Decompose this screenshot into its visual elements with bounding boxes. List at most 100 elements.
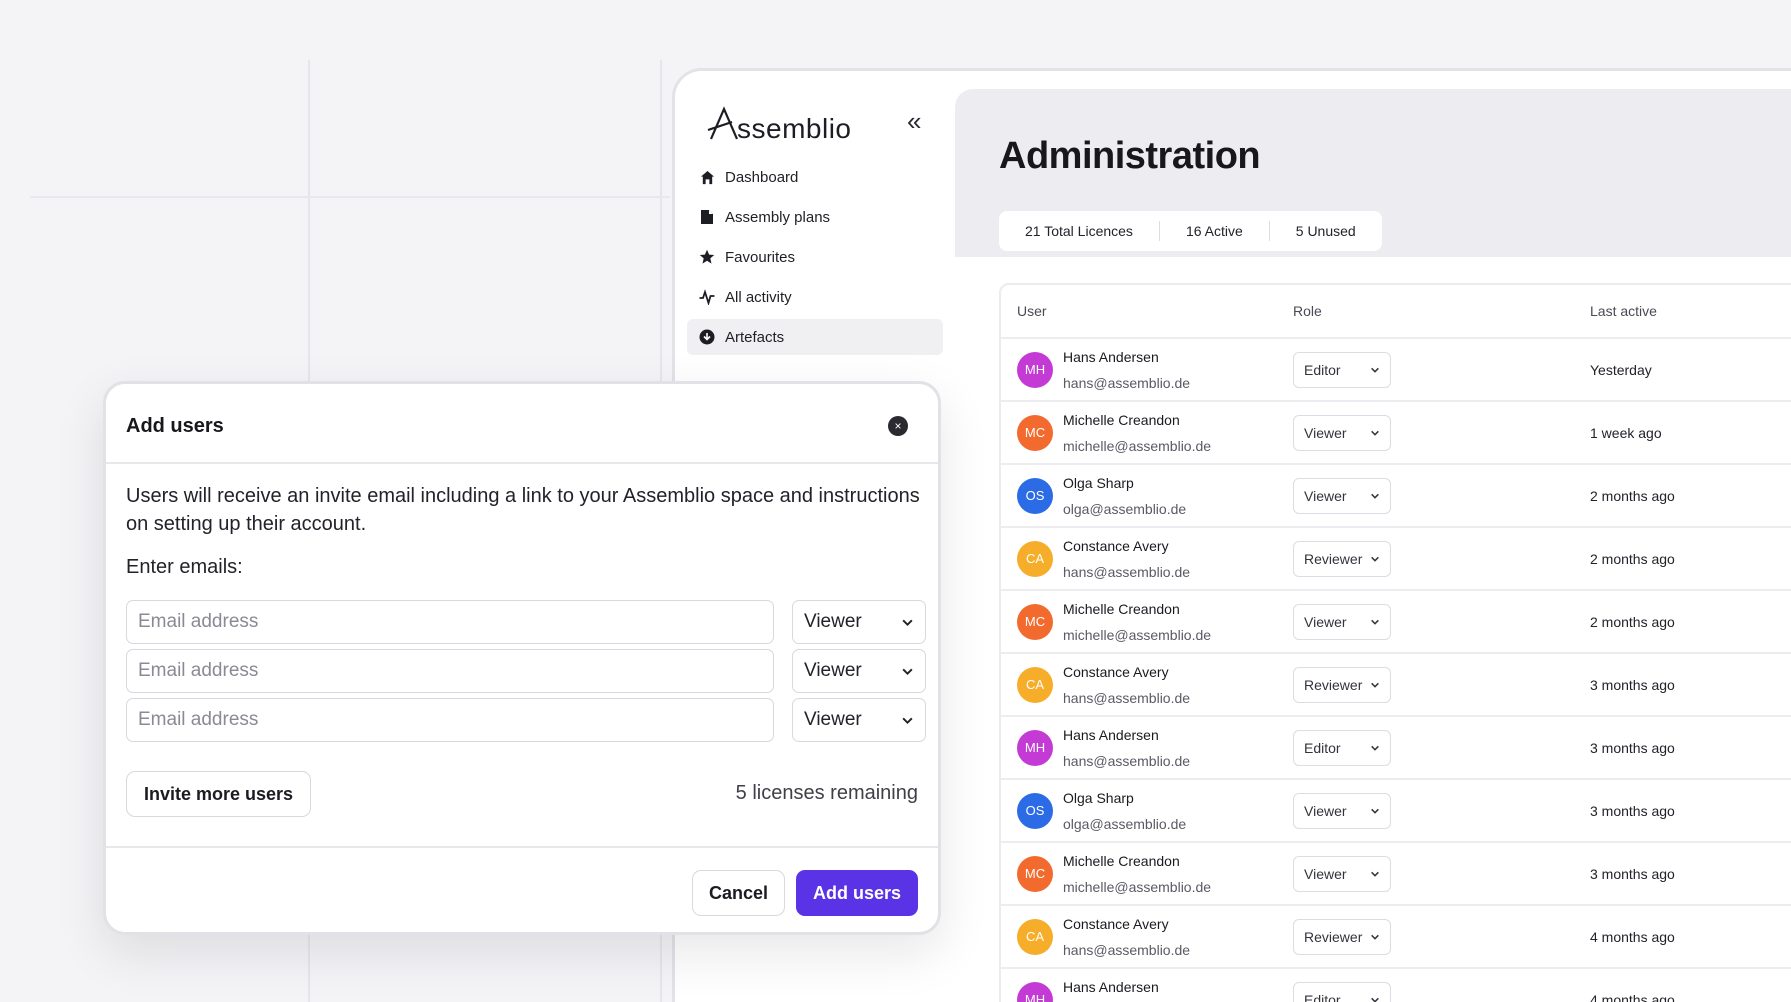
modal-title: Add users [126,415,224,437]
sidebar-item-dashboard[interactable]: Dashboard [687,159,943,195]
avatar: CA [1017,918,1053,955]
role-select-value: Editor [1304,991,1341,1002]
role-select[interactable]: Reviewer [1293,666,1391,703]
role-select[interactable]: Viewer [1293,792,1391,829]
user-info: Olga Sharp olga@assemblio.de [1063,789,1186,833]
user-cell: MC Michelle Creandon michelle@assemblio.… [1001,600,1293,644]
role-select[interactable]: Reviewer [1293,540,1391,577]
role-cell: Viewer [1293,603,1590,640]
avatar: MH [1017,981,1053,1002]
table-row: MC Michelle Creandon michelle@assemblio.… [1001,843,1791,906]
email-field[interactable] [126,600,774,644]
sidebar-item-label: Artefacts [725,328,785,346]
user-name: Constance Avery [1063,915,1169,932]
table-body: MH Hans Andersen hans@assemblio.de Edito… [1001,339,1791,1002]
chevron-down-icon [1371,619,1379,625]
chevron-down-icon [1371,367,1379,373]
chevron-down-icon [902,668,913,675]
sidebar-item-all-activity[interactable]: All activity [687,279,943,315]
role-select[interactable]: Editor [1293,981,1391,1002]
table-row: CA Constance Avery hans@assemblio.de Rev… [1001,528,1791,591]
home-icon [699,169,715,185]
user-info: Hans Andersen hans@assemblio.de [1063,978,1190,1002]
user-name: Hans Andersen [1063,726,1159,743]
assemblio-logo: ssemblio [707,106,851,143]
user-info: Hans Andersen hans@assemblio.de [1063,726,1190,770]
avatar: MH [1017,351,1053,388]
user-cell: MH Hans Andersen hans@assemblio.de [1001,978,1293,1002]
user-email: hans@assemblio.de [1063,941,1191,958]
last-active-cell: 3 months ago [1590,865,1675,882]
role-select-value: Viewer [1304,424,1347,441]
table-row: MC Michelle Creandon michelle@assemblio.… [1001,591,1791,654]
sidebar-item-label: All activity [725,288,792,306]
table-row: CA Constance Avery hans@assemblio.de Rev… [1001,906,1791,969]
last-active-cell: 3 months ago [1590,739,1675,756]
chevron-down-icon [1371,682,1379,688]
license-stats: 21 Total Licences 16 Active 5 Unused [999,211,1382,251]
avatar: MC [1017,603,1053,640]
sidebar-nav: Dashboard Assembly plans Favourites All … [687,159,943,359]
user-email: hans@assemblio.de [1063,689,1191,706]
role-select[interactable]: Editor [1293,729,1391,766]
last-active-cell: Yesterday [1590,361,1652,378]
user-name: Constance Avery [1063,537,1169,554]
modal-header: Add users × [106,384,938,464]
role-dropdown[interactable]: Viewer [792,698,926,742]
stat-total-licences: 21 Total Licences [1025,223,1133,239]
chevron-down-icon [1371,493,1379,499]
add-users-button[interactable]: Add users [795,870,918,916]
role-select-value: Reviewer [1304,676,1363,693]
activity-icon [699,289,715,305]
role-select[interactable]: Reviewer [1293,918,1391,955]
close-icon[interactable]: × [888,416,908,436]
avatar: OS [1017,792,1053,829]
role-select[interactable]: Viewer [1293,414,1391,451]
role-select[interactable]: Viewer [1293,603,1391,640]
cancel-button[interactable]: Cancel [691,870,785,916]
chevron-down-icon [1371,745,1379,751]
role-cell: Editor [1293,351,1590,388]
role-dropdown[interactable]: Viewer [792,600,926,644]
last-active-cell: 3 months ago [1590,676,1675,693]
user-name: Michelle Creandon [1063,600,1180,617]
last-active-cell: 1 week ago [1590,424,1662,441]
chevron-down-icon [1371,871,1379,877]
modal-footer: Cancel Add users [106,848,938,932]
role-select[interactable]: Editor [1293,351,1391,388]
role-cell: Editor [1293,981,1590,1002]
sidebar-item-assembly-plans[interactable]: Assembly plans [687,199,943,235]
user-cell: MH Hans Andersen hans@assemblio.de [1001,348,1293,392]
role-select[interactable]: Viewer [1293,477,1391,514]
role-cell: Reviewer [1293,540,1590,577]
email-row: Viewer [126,600,926,644]
header-last-active: Last active [1590,303,1657,319]
user-name: Hans Andersen [1063,978,1159,995]
table-row: MH Hans Andersen hans@assemblio.de Edito… [1001,969,1791,1002]
table-row: OS Olga Sharp olga@assemblio.de Viewer 3… [1001,780,1791,843]
user-email: olga@assemblio.de [1063,500,1187,517]
user-email: michelle@assemblio.de [1063,626,1212,643]
role-select-value: Viewer [1304,802,1347,819]
role-dropdown[interactable]: Viewer [792,649,926,693]
sidebar-item-favourites[interactable]: Favourites [687,239,943,275]
role-select[interactable]: Viewer [1293,855,1391,892]
role-dropdown-value: Viewer [804,709,862,730]
main-content: Administration 21 Total Licences 16 Acti… [955,71,1791,1002]
invite-more-users-button[interactable]: Invite more users [126,771,312,817]
user-cell: MC Michelle Creandon michelle@assemblio.… [1001,852,1293,896]
email-field[interactable] [126,698,774,742]
enter-emails-label: Enter emails: [126,556,243,578]
chevron-down-icon [1371,430,1379,436]
sidebar-item-artefacts[interactable]: Artefacts [687,319,943,355]
sidebar-item-label: Favourites [725,248,796,266]
email-row: Viewer [126,698,926,742]
user-info: Hans Andersen hans@assemblio.de [1063,348,1190,392]
collapse-sidebar-icon[interactable]: « [907,108,921,134]
user-cell: CA Constance Avery hans@assemblio.de [1001,915,1293,959]
user-email: hans@assemblio.de [1063,752,1191,769]
user-name: Michelle Creandon [1063,411,1180,428]
table-row: MC Michelle Creandon michelle@assemblio.… [1001,402,1791,465]
role-select-value: Reviewer [1304,550,1363,567]
email-field[interactable] [126,649,774,693]
